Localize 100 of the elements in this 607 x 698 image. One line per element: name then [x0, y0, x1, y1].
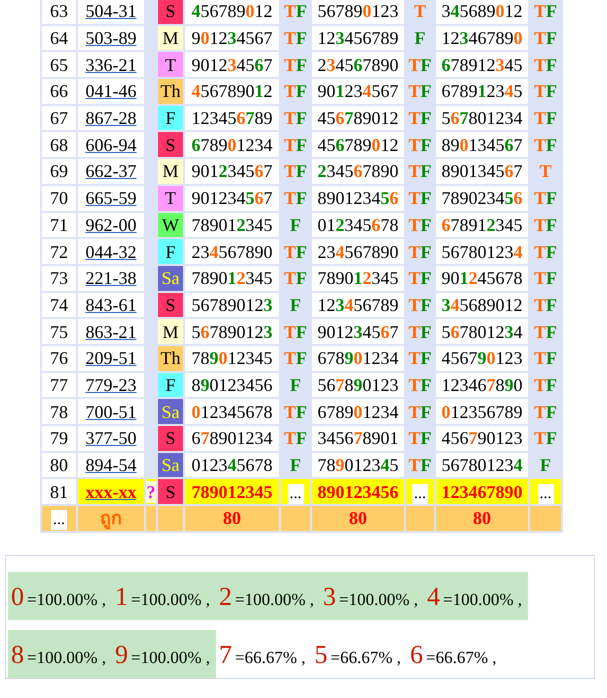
result-mark: TF — [282, 0, 308, 24]
day-cell: Th — [158, 79, 183, 104]
row-number: 68 — [42, 132, 76, 158]
number-cell: 567890123 — [312, 372, 404, 398]
row-number: 80 — [42, 452, 76, 478]
number-cell: 901234567 — [312, 319, 404, 344]
result-mark: TF — [532, 214, 558, 237]
result-digit: 3 — [323, 582, 336, 612]
result-mark: TF — [407, 160, 432, 184]
day-cell: Sa — [158, 266, 183, 291]
row-number: 63 — [42, 0, 76, 24]
number-cell: 678912345 — [436, 79, 528, 104]
number-cell: 012356789 — [436, 399, 528, 424]
number-cell: 678901234 — [312, 346, 404, 371]
number-cell: 567801234 — [436, 452, 528, 478]
number-cell: 789012345 — [185, 212, 279, 238]
number-cell: 678901234 — [312, 399, 404, 424]
number-cell: 678901234 — [185, 426, 279, 451]
row-number: 76 — [42, 346, 76, 371]
number-cell: 234567890 — [312, 52, 404, 78]
result-percent: =100.00% , — [235, 590, 314, 610]
number-cell: 890123456 — [312, 479, 404, 504]
row-number: 69 — [42, 159, 76, 184]
number-cell: 890134567 — [436, 159, 528, 184]
result-mark: T — [538, 160, 552, 184]
row-number: 79 — [42, 426, 76, 451]
result-mark: TF — [532, 427, 558, 450]
result-mark: TF — [282, 347, 308, 370]
number-cell: 567801234 — [436, 106, 528, 130]
day-cell: W — [158, 212, 183, 238]
day-cell: S — [158, 426, 183, 451]
pending-mark: ... — [412, 484, 428, 504]
result-mark: TF — [532, 54, 558, 77]
result-mark: TF — [282, 54, 308, 77]
result-digit: 6 — [410, 640, 423, 670]
number-cell: 567801234 — [436, 319, 528, 344]
result-mark: TF — [407, 80, 432, 104]
number-cell: 789012345 — [185, 346, 279, 371]
result-percent: =100.00% , — [131, 590, 210, 610]
result-mark: TF — [532, 267, 558, 290]
result-digit: 5 — [314, 640, 328, 670]
number-cell: 456789012 — [312, 106, 404, 130]
number-cell: 890134567 — [436, 132, 528, 158]
row-number: 70 — [42, 186, 76, 210]
day-cell: Sa — [158, 452, 183, 478]
row-number: 75 — [42, 319, 76, 344]
day-cell: S — [158, 479, 183, 504]
result-mark: TF — [282, 160, 308, 184]
day-cell: Th — [158, 346, 183, 371]
number-cell: 012345678 — [185, 452, 279, 478]
result-mark: TF — [532, 320, 558, 344]
number-cell: 567801234 — [436, 239, 528, 264]
result-percent: =100.00% , — [443, 590, 522, 610]
result-mark: TF — [282, 400, 308, 424]
number-cell: 890123456 — [312, 186, 404, 210]
day-cell: F — [158, 372, 183, 398]
number-cell: 901234567 — [185, 52, 279, 78]
number-cell: 567890123 — [185, 319, 279, 344]
number-cell: 345689012 — [436, 292, 528, 318]
number-cell: 345689012 — [436, 0, 528, 24]
number-cell: 012345678 — [312, 212, 404, 238]
day-cell: T — [158, 186, 183, 210]
day-cell: Sa — [158, 399, 183, 424]
result-digit: 4 — [427, 582, 440, 612]
number-cell: 234567890 — [312, 159, 404, 184]
result-digit: 8 — [11, 640, 24, 670]
result-mark: F — [539, 454, 552, 478]
result-percent: =66.67% , — [330, 648, 401, 668]
count-cell: 80 — [436, 506, 528, 531]
pending-mark: ... — [538, 484, 554, 504]
number-cell: 123467890 — [436, 372, 528, 398]
result-mark: TF — [282, 267, 308, 290]
number-cell: 012345678 — [185, 399, 279, 424]
row-number: 78 — [42, 399, 76, 424]
number-cell: 901234567 — [185, 159, 279, 184]
row-number: 74 — [42, 292, 76, 318]
result-mark: TF — [532, 294, 558, 317]
number-cell: 567890123 — [185, 292, 279, 318]
result-mark: F — [289, 374, 302, 397]
number-cell: 123456789 — [312, 26, 404, 50]
result-mark: TF — [407, 134, 432, 157]
result-mark: TF — [282, 320, 308, 344]
number-cell: 567890123 — [312, 0, 404, 24]
number-cell: 234567890 — [312, 239, 404, 264]
result-mark: TF — [282, 107, 308, 130]
number-cell: 901234567 — [185, 186, 279, 210]
result-percent: =66.67% , — [235, 648, 306, 668]
number-cell: 789012345 — [312, 266, 404, 291]
day-cell: M — [158, 319, 183, 344]
row-number: 65 — [42, 52, 76, 78]
pending-mark: ... — [288, 484, 304, 504]
number-cell: 789012345 — [185, 266, 279, 291]
result-mark: TF — [532, 240, 558, 264]
result-digit: 9 — [115, 640, 128, 670]
result-mark: TF — [532, 0, 558, 24]
day-cell: T — [158, 52, 183, 78]
number-cell: 123456789 — [185, 106, 279, 130]
number-cell: 123456789 — [312, 292, 404, 318]
result-mark: TF — [532, 107, 558, 130]
result-mark: TF — [282, 240, 308, 264]
